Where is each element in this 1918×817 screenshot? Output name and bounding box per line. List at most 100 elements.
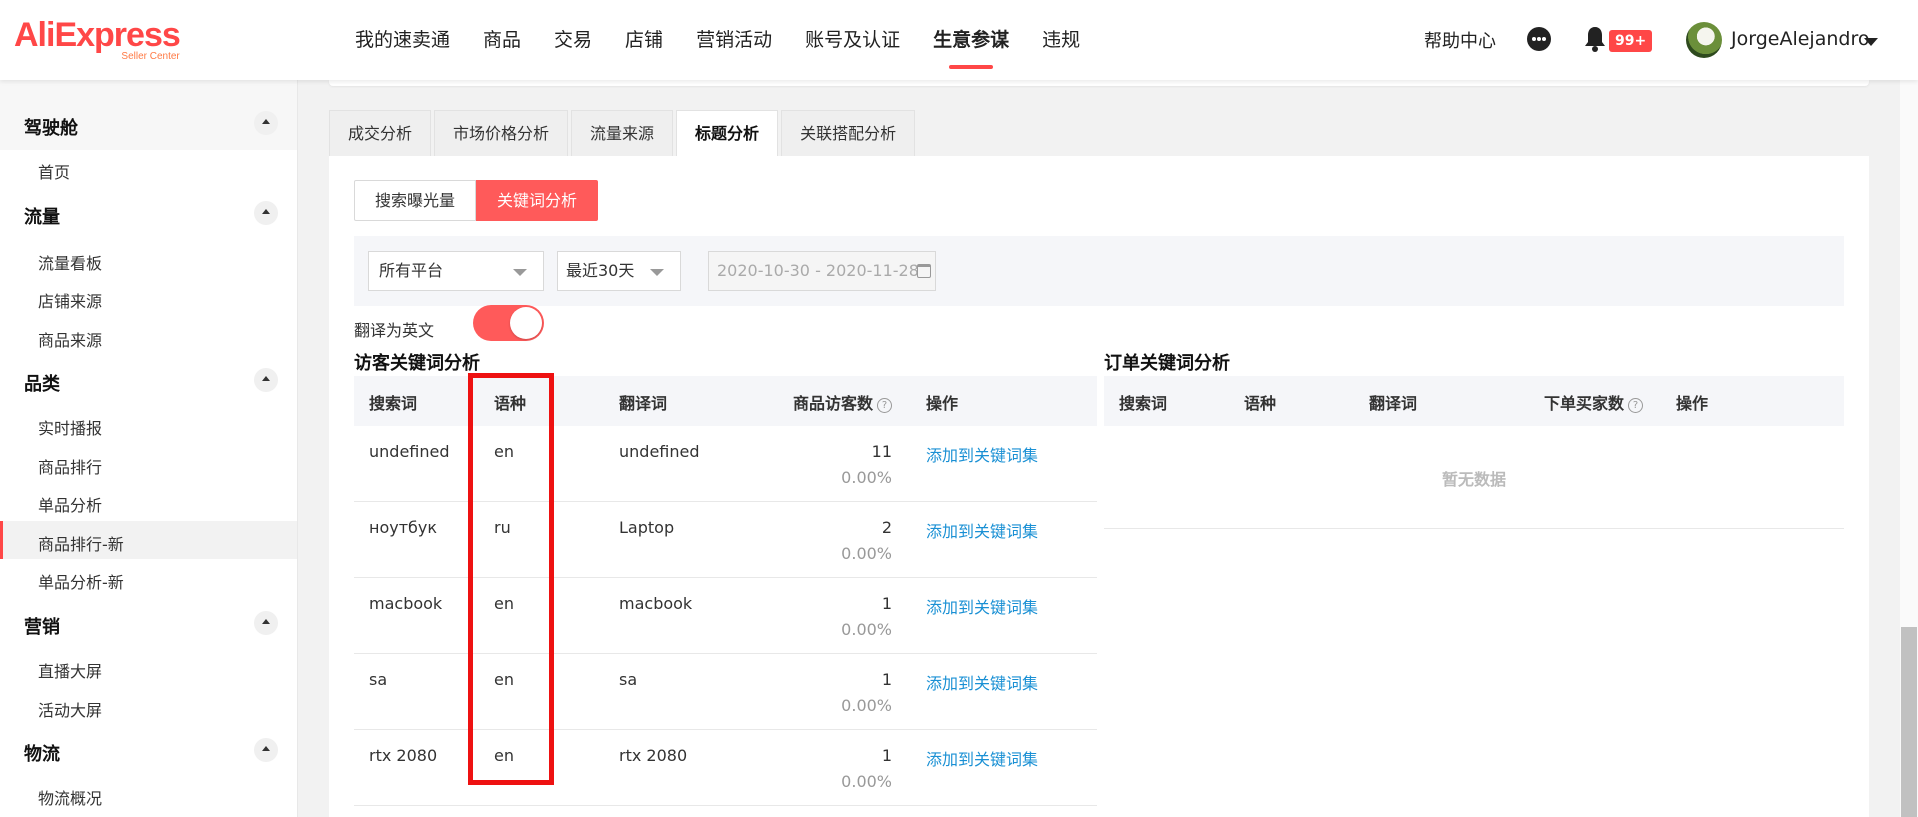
cell-percent: 0.00% [841, 468, 892, 487]
sidebar-item-traffic-dashboard[interactable]: 流量看板 [38, 250, 102, 274]
cell-translation: macbook [619, 594, 693, 613]
col-action: 操作 [926, 394, 959, 413]
add-to-keyword-set-link[interactable]: 添加到关键词集 [926, 670, 1038, 694]
sidebar-item-single-analysis[interactable]: 单品分析 [38, 492, 102, 516]
nav-item-account[interactable]: 账号及认证 [805, 0, 900, 80]
col-visitors: 商品访客数? [793, 390, 893, 414]
chat-icon[interactable] [1527, 27, 1551, 51]
cell-translation: undefined [619, 442, 700, 461]
collapse-icon[interactable] [254, 201, 278, 225]
aliexpress-logo[interactable]: AliExpress Seller Center [14, 16, 181, 62]
date-range-input[interactable]: 2020-10-30 - 2020-11-28 [708, 251, 936, 291]
bell-icon[interactable] [1583, 25, 1607, 53]
cell-lang: en [494, 670, 514, 689]
collapse-icon[interactable] [254, 738, 278, 762]
sidebar-item-realtime[interactable]: 实时播报 [38, 415, 102, 439]
tab-transaction[interactable]: 成交分析 [329, 110, 432, 156]
sidebar-item-activity-screen[interactable]: 活动大屏 [38, 697, 102, 721]
help-icon[interactable]: ? [877, 398, 893, 413]
nav-item-products[interactable]: 商品 [483, 0, 521, 80]
notification-badge: 99+ [1609, 30, 1653, 52]
nav-item-violations[interactable]: 违规 [1042, 0, 1080, 80]
cell-visitors: 2 [881, 518, 892, 537]
sidebar-group-traffic[interactable]: 流量 [24, 203, 60, 229]
top-header: AliExpress Seller Center 我的速卖通 商品 交易 店铺 … [0, 0, 1918, 80]
cell-lang: en [494, 442, 514, 461]
nav-item-my-aliexpress[interactable]: 我的速卖通 [355, 0, 450, 80]
chevron-down-icon[interactable] [1864, 38, 1878, 46]
period-select[interactable]: 最近30天 [557, 251, 681, 291]
divider [1104, 528, 1844, 529]
order-keyword-title: 订单关键词分析 [1104, 353, 1230, 374]
filter-bar: 所有平台 最近30天 2020-10-30 - 2020-11-28 [354, 236, 1844, 306]
cell-term: rtx 2080 [369, 746, 438, 765]
sidebar-group-category[interactable]: 品类 [24, 370, 60, 396]
cell-percent: 0.00% [841, 772, 892, 791]
visitor-keyword-title: 访客关键词分析 [354, 353, 480, 374]
sidebar-item-logistics-overview[interactable]: 物流概况 [38, 785, 102, 809]
sidebar-item-live-screen[interactable]: 直播大屏 [38, 658, 102, 682]
date-range-value: 2020-10-30 - 2020-11-28 [717, 261, 919, 280]
subtab-keyword-analysis[interactable]: 关键词分析 [476, 180, 599, 221]
avatar[interactable] [1686, 22, 1722, 58]
scrollbar-thumb[interactable] [1901, 627, 1917, 817]
tab-traffic-source[interactable]: 流量来源 [571, 110, 674, 156]
cell-percent: 0.00% [841, 620, 892, 639]
col-buyers: 下单买家数? [1544, 390, 1644, 414]
collapse-icon[interactable] [254, 368, 278, 392]
main-panel: 搜索曝光量 关键词分析 所有平台 最近30天 2020-10-30 - 2020… [329, 156, 1869, 817]
cell-visitors: 1 [881, 670, 892, 689]
tab-bundle-analysis[interactable]: 关联搭配分析 [781, 110, 916, 156]
sidebar-item-store-source[interactable]: 店铺来源 [38, 288, 102, 312]
add-to-keyword-set-link[interactable]: 添加到关键词集 [926, 442, 1038, 466]
nav-item-business-advisor[interactable]: 生意参谋 [933, 0, 1009, 80]
col-visitors-label: 商品访客数 [793, 394, 874, 413]
cell-term: undefined [369, 442, 450, 461]
table-row: rtx 2080 en rtx 2080 1 0.00% 添加到关键词集 [354, 730, 1097, 806]
add-to-keyword-set-link[interactable]: 添加到关键词集 [926, 746, 1038, 770]
subtab-search-exposure[interactable]: 搜索曝光量 [354, 180, 477, 221]
logo-text: AliExpress [14, 16, 181, 54]
help-center-link[interactable]: 帮助中心 [1424, 27, 1496, 53]
nav-item-orders[interactable]: 交易 [554, 0, 592, 80]
calendar-icon[interactable] [917, 264, 931, 278]
table-row: sa en sa 1 0.00% 添加到关键词集 [354, 654, 1097, 730]
sidebar: 驾驶舱 首页 流量 流量看板 店铺来源 商品来源 品类 实时播报 商品排行 单品… [0, 80, 298, 817]
order-table-header: 搜索词 语种 翻译词 下单买家数? 操作 暂无数据 [1104, 376, 1844, 489]
add-to-keyword-set-link[interactable]: 添加到关键词集 [926, 518, 1038, 542]
col-translation: 翻译词 [1369, 394, 1418, 413]
sidebar-item-single-analysis-new[interactable]: 单品分析-新 [38, 569, 124, 593]
collapse-icon[interactable] [254, 611, 278, 635]
platform-select[interactable]: 所有平台 [368, 251, 544, 291]
cell-lang: en [494, 594, 514, 613]
tab-market-price[interactable]: 市场价格分析 [434, 110, 569, 156]
cell-visitors: 1 [881, 594, 892, 613]
sidebar-item-home[interactable]: 首页 [38, 159, 70, 183]
nav-item-store[interactable]: 店铺 [625, 0, 663, 80]
sidebar-group-logistics[interactable]: 物流 [24, 740, 60, 766]
sidebar-group-marketing[interactable]: 营销 [24, 613, 60, 639]
cell-translation: rtx 2080 [619, 746, 688, 765]
col-search-term: 搜索词 [1119, 394, 1168, 413]
tab-title-analysis[interactable]: 标题分析 [676, 110, 779, 156]
col-language: 语种 [494, 394, 527, 413]
col-action: 操作 [1676, 394, 1709, 413]
sidebar-item-product-ranking-new[interactable]: 商品排行-新 [38, 531, 124, 555]
table-row: undefined en undefined 11 0.00% 添加到关键词集 [354, 426, 1097, 502]
help-icon[interactable]: ? [1628, 398, 1644, 413]
main-nav: 我的速卖通 商品 交易 店铺 营销活动 账号及认证 生意参谋 违规 [355, 0, 1113, 80]
chevron-down-icon [650, 269, 664, 276]
cell-percent: 0.00% [841, 544, 892, 563]
add-to-keyword-set-link[interactable]: 添加到关键词集 [926, 594, 1038, 618]
sidebar-group-cockpit[interactable]: 驾驶舱 [24, 114, 78, 140]
logo-subtitle: Seller Center [121, 51, 180, 62]
sidebar-item-product-ranking[interactable]: 商品排行 [38, 454, 102, 478]
cell-visitors: 11 [871, 442, 892, 461]
translate-toggle[interactable] [473, 305, 544, 341]
col-translation: 翻译词 [619, 394, 668, 413]
collapse-icon[interactable] [254, 111, 278, 135]
username[interactable]: JorgeAlejandro [1731, 28, 1869, 50]
table-row: ноутбук ru Laptop 2 0.00% 添加到关键词集 [354, 502, 1097, 578]
sidebar-item-product-source[interactable]: 商品来源 [38, 327, 102, 351]
nav-item-marketing[interactable]: 营销活动 [696, 0, 772, 80]
